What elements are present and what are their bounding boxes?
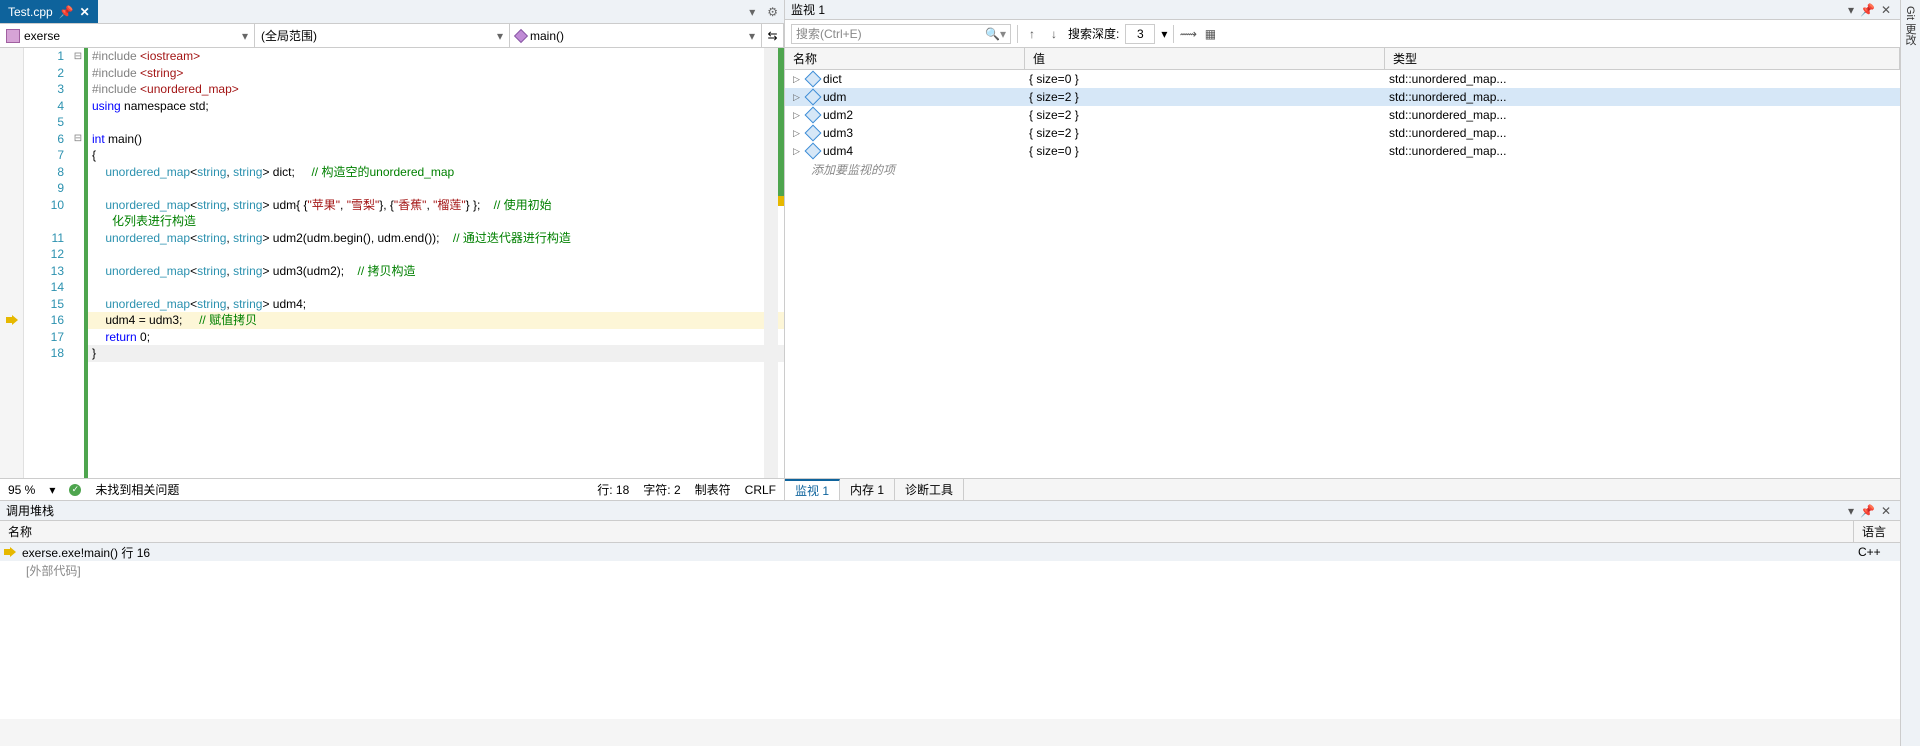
current-frame-arrow-icon <box>4 547 16 557</box>
project-combo[interactable]: exerse▾ <box>0 24 255 47</box>
function-icon <box>514 28 528 42</box>
tab-watch1[interactable]: 监视 1 <box>785 479 840 500</box>
col-name[interactable]: 名称 <box>785 48 1025 69</box>
watch-row[interactable]: ▷dict{ size=0 }std::unordered_map... <box>785 70 1900 88</box>
pin-icon[interactable]: 📌 <box>1857 3 1878 17</box>
tab-label: Test.cpp <box>8 5 53 19</box>
col-name[interactable]: 名称 <box>0 521 1854 542</box>
fold-gutter[interactable]: ⊟ ⊟ <box>72 48 88 478</box>
navigation-bar: exerse▾ (全局范围)▾ main()▾ ⇆ <box>0 24 784 48</box>
watch-title: 监视 1 <box>791 1 825 18</box>
gear-icon[interactable]: ⚙ <box>761 5 784 19</box>
tab-memory1[interactable]: 内存 1 <box>840 479 895 500</box>
watch-row[interactable]: ▷udm3{ size=2 }std::unordered_map... <box>785 124 1900 142</box>
char-indicator: 字符: 2 <box>643 481 680 498</box>
dropdown-icon[interactable]: ▾ <box>1845 3 1857 17</box>
add-watch-item[interactable]: 添加要监视的项 <box>785 160 1900 178</box>
ok-icon: ✓ <box>69 484 81 496</box>
current-line-arrow-icon <box>6 315 18 325</box>
issues-text: 未找到相关问题 <box>95 481 179 498</box>
callstack-row[interactable]: exerse.exe!main() 行 16 C++ <box>0 543 1900 561</box>
zoom-level[interactable]: 95 % <box>8 483 35 497</box>
variable-icon <box>805 125 822 142</box>
callstack-header: 名称 语言 <box>0 521 1900 543</box>
col-type[interactable]: 类型 <box>1385 48 1900 69</box>
code-area[interactable]: 123456789101112131415161718 ⊟ ⊟ #include… <box>0 48 784 478</box>
tab-strip: Test.cpp 📌 ✕ ▾ ⚙ <box>0 0 784 24</box>
editor-pane: Test.cpp 📌 ✕ ▾ ⚙ exerse▾ (全局范围)▾ main()▾… <box>0 0 785 500</box>
col-value[interactable]: 值 <box>1025 48 1385 69</box>
line-indicator: 行: 18 <box>597 481 629 498</box>
watch-rows: ▷dict{ size=0 }std::unordered_map... ▷ud… <box>785 70 1900 178</box>
crlf-indicator: CRLF <box>745 483 776 497</box>
git-changes-rail[interactable]: Git 更改 <box>1900 0 1920 746</box>
close-icon[interactable]: ✕ <box>1878 3 1894 17</box>
pin-icon[interactable]: 📌 <box>59 5 74 19</box>
up-arrow-icon[interactable]: ↑ <box>1024 26 1040 42</box>
dropdown-icon[interactable]: ▾ <box>1845 504 1857 518</box>
scope-combo[interactable]: (全局范围)▾ <box>255 24 510 47</box>
close-icon[interactable]: ✕ <box>1878 504 1894 518</box>
line-number-gutter: 123456789101112131415161718 <box>24 48 72 478</box>
variable-icon <box>805 71 822 88</box>
watch-row[interactable]: ▷udm4{ size=0 }std::unordered_map... <box>785 142 1900 160</box>
variable-icon <box>805 89 822 106</box>
grid-icon[interactable]: ▦ <box>1202 26 1218 42</box>
vertical-scrollbar[interactable] <box>764 48 778 478</box>
down-arrow-icon[interactable]: ↓ <box>1046 26 1062 42</box>
dropdown-icon[interactable]: ▾ <box>743 5 761 19</box>
watch-toolbar: 搜索(Ctrl+E)🔍▾ ↑ ↓ 搜索深度: 3▾ ⟿ ▦ <box>785 20 1900 48</box>
variable-icon <box>805 143 822 160</box>
file-tab[interactable]: Test.cpp 📌 ✕ <box>0 0 98 23</box>
code-body[interactable]: #include <iostream> #include <string> #i… <box>88 48 784 478</box>
depth-combo[interactable]: 3 <box>1125 24 1155 44</box>
filter-icon[interactable]: ⟿ <box>1180 26 1196 42</box>
project-icon <box>6 29 20 43</box>
tab-diagnostics[interactable]: 诊断工具 <box>895 479 964 500</box>
variable-icon <box>805 107 822 124</box>
pin-icon[interactable]: 📌 <box>1857 504 1878 518</box>
split-icon[interactable]: ⇆ <box>762 24 784 47</box>
search-icon: 🔍 <box>985 27 1000 41</box>
col-lang[interactable]: 语言 <box>1854 521 1900 542</box>
callstack-title: 调用堆栈 <box>6 502 54 519</box>
watch-pane: 监视 1 ▾ 📌 ✕ 搜索(Ctrl+E)🔍▾ ↑ ↓ 搜索深度: 3▾ ⟿ ▦… <box>785 0 1900 500</box>
close-icon[interactable]: ✕ <box>80 5 90 19</box>
search-input[interactable]: 搜索(Ctrl+E)🔍▾ <box>791 24 1011 44</box>
editor-status-bar: 95 %▾ ✓ 未找到相关问题 行: 18 字符: 2 制表符 CRLF <box>0 478 784 500</box>
depth-label: 搜索深度: <box>1068 25 1119 42</box>
watch-title-bar: 监视 1 ▾ 📌 ✕ <box>785 0 1900 20</box>
function-combo[interactable]: main()▾ <box>510 24 762 47</box>
callstack-row[interactable]: [外部代码] <box>0 561 1900 579</box>
tabs-indicator: 制表符 <box>695 481 731 498</box>
watch-header: 名称 值 类型 <box>785 48 1900 70</box>
callstack-pane: 调用堆栈 ▾ 📌 ✕ 名称 语言 exerse.exe!main() 行 16 … <box>0 500 1900 719</box>
watch-row[interactable]: ▷udm{ size=2 }std::unordered_map... <box>785 88 1900 106</box>
watch-row[interactable]: ▷udm2{ size=2 }std::unordered_map... <box>785 106 1900 124</box>
breakpoint-gutter[interactable] <box>0 48 24 478</box>
callstack-title-bar: 调用堆栈 ▾ 📌 ✕ <box>0 501 1900 521</box>
watch-tabs: 监视 1 内存 1 诊断工具 <box>785 478 1900 500</box>
